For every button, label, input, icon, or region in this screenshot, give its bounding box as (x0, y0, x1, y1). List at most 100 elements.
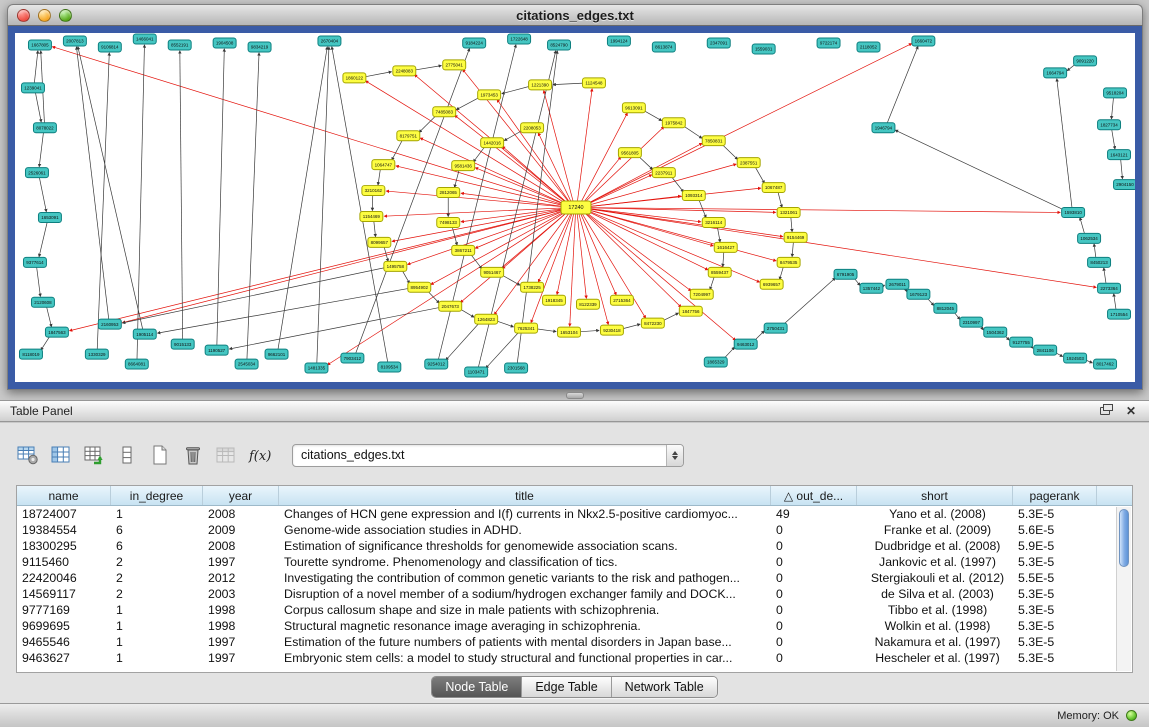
graph-edge-black[interactable] (517, 51, 557, 364)
graph-edge-red[interactable] (392, 208, 568, 241)
graph-edge-black[interactable] (34, 51, 38, 84)
graph-edge-black[interactable] (158, 288, 412, 333)
graph-edge-black[interactable] (446, 322, 480, 360)
graph-edge-black[interactable] (778, 191, 782, 207)
new-table-icon[interactable] (146, 441, 174, 469)
tab-network-table[interactable]: Network Table (611, 677, 717, 697)
graph-edge-black[interactable] (278, 47, 327, 350)
table-row[interactable]: 2242004622012Investigating the contribut… (17, 570, 1132, 586)
graph-edge-black[interactable] (895, 130, 1066, 211)
table-row[interactable]: 946554611997Estimation of the future num… (17, 634, 1132, 650)
graph-edge-black[interactable] (317, 47, 329, 364)
graph-edge-red[interactable] (583, 44, 911, 206)
minimize-button[interactable] (38, 9, 51, 22)
graph-edge-red[interactable] (584, 208, 776, 260)
graph-edge-black[interactable] (553, 83, 586, 85)
graph-edge-red[interactable] (584, 188, 761, 207)
panel-splitter-handle[interactable] (566, 392, 584, 399)
graph-edge-red[interactable] (531, 211, 573, 322)
graph-edge-black[interactable] (792, 241, 793, 256)
graph-edge-black[interactable] (97, 53, 109, 350)
graph-edge-red[interactable] (582, 210, 681, 307)
graph-edge-black[interactable] (46, 306, 51, 327)
graph-edge-black[interactable] (78, 47, 143, 330)
graph-edge-red[interactable] (584, 208, 783, 237)
close-panel-icon[interactable]: ✕ (1123, 404, 1139, 418)
graph-edge-black[interactable] (229, 307, 442, 349)
graph-edge-black[interactable] (754, 165, 764, 183)
column-header-out_de[interactable]: △ out_de... (771, 486, 857, 505)
graph-edge-black[interactable] (887, 46, 918, 124)
graph-edge-black[interactable] (1114, 294, 1116, 311)
graph-edge-red[interactable] (577, 89, 592, 204)
graph-edge-black[interactable] (362, 72, 391, 78)
graph-edge-black[interactable] (723, 251, 724, 266)
table-row[interactable]: 946362711997Embryonic stem cells: a mode… (17, 650, 1132, 666)
graph-edge-red[interactable] (122, 208, 568, 322)
scrollbar-thumb[interactable] (1119, 509, 1129, 567)
graph-edge-black[interactable] (378, 168, 380, 185)
graph-edge-red[interactable] (582, 127, 664, 205)
table-row[interactable]: 1938455462009Genome-wide association stu… (17, 522, 1132, 538)
graph-edge-black[interactable] (37, 266, 41, 296)
graph-edge-black[interactable] (486, 331, 520, 368)
float-panel-icon[interactable] (1097, 404, 1113, 418)
table-row[interactable]: 911546021997Tourette syndrome. Phenomeno… (17, 554, 1132, 570)
tab-node-table[interactable]: Node Table (432, 677, 521, 697)
graph-edge-black[interactable] (247, 53, 259, 360)
zoom-button[interactable] (59, 9, 72, 22)
graph-edge-black[interactable] (717, 226, 720, 242)
graph-edge-black[interactable] (782, 278, 835, 326)
graph-edge-black[interactable] (39, 176, 46, 211)
graph-edge-black[interactable] (392, 139, 403, 160)
graph-edge-red[interactable] (583, 209, 708, 270)
graph-edge-red[interactable] (557, 211, 574, 294)
graph-edge-black[interactable] (438, 45, 516, 360)
column-header-short[interactable]: short (857, 486, 1013, 505)
rows-icon[interactable] (113, 441, 141, 469)
graph-edge-black[interactable] (35, 92, 41, 122)
tab-edge-table[interactable]: Edge Table (521, 677, 610, 697)
graph-edge-black[interactable] (374, 220, 376, 236)
graph-edge-black[interactable] (1121, 159, 1123, 179)
window-titlebar[interactable]: citations_edges.txt (7, 4, 1143, 26)
graph-edge-black[interactable] (791, 216, 792, 231)
graph-edge-red[interactable] (408, 209, 569, 265)
graph-edge-black[interactable] (180, 51, 183, 340)
table-row[interactable]: 1872400712008Changes of HCN gene express… (17, 506, 1132, 522)
table-settings-icon[interactable] (14, 441, 42, 469)
graph-edge-black[interactable] (1112, 129, 1115, 149)
graph-edge-black[interactable] (1111, 97, 1113, 119)
graph-edge-black[interactable] (412, 66, 441, 71)
table-import-icon[interactable] (80, 441, 108, 469)
table-columns-icon[interactable] (47, 441, 75, 469)
graph-edge-black[interactable] (1080, 218, 1085, 235)
network-selector[interactable]: citations_edges.txt (292, 444, 684, 467)
column-header-year[interactable]: year (203, 486, 279, 505)
column-header-in_degree[interactable]: in_degree (111, 486, 203, 505)
table-row[interactable]: 1830029562008Estimation of significance … (17, 538, 1132, 554)
graph-edge-black[interactable] (1057, 79, 1072, 209)
graph-edge-red[interactable] (396, 166, 568, 207)
graph-edge-black[interactable] (1094, 244, 1096, 259)
table-scrollbar[interactable] (1116, 507, 1131, 671)
graph-edge-black[interactable] (39, 132, 43, 167)
graph-edge-red[interactable] (584, 208, 1060, 213)
column-header-pagerank[interactable]: pagerank (1013, 486, 1097, 505)
graph-edge-black[interactable] (1104, 268, 1106, 285)
graph-edge-red[interactable] (366, 81, 570, 206)
graph-edge-black[interactable] (332, 47, 388, 363)
graph-edge-red[interactable] (52, 47, 568, 207)
graph-edge-black[interactable] (502, 86, 532, 94)
table-row[interactable]: 969969511998Structural magnetic resonanc… (17, 618, 1132, 634)
graph-edge-red[interactable] (538, 133, 572, 204)
graph-edge-black[interactable] (39, 221, 47, 256)
close-button[interactable] (17, 9, 30, 22)
column-header-title[interactable]: title (279, 486, 771, 505)
column-header-name[interactable]: name (17, 486, 111, 505)
memory-status-indicator-icon[interactable] (1126, 710, 1137, 721)
table-row[interactable]: 977716911998Corpus callosum shape and si… (17, 602, 1132, 618)
delete-table-icon[interactable] (179, 441, 207, 469)
network-canvas[interactable]: 1724011245481221390197345374850838179751… (15, 33, 1135, 382)
table-row[interactable]: 1456911722003Disruption of a novel membe… (17, 586, 1132, 602)
